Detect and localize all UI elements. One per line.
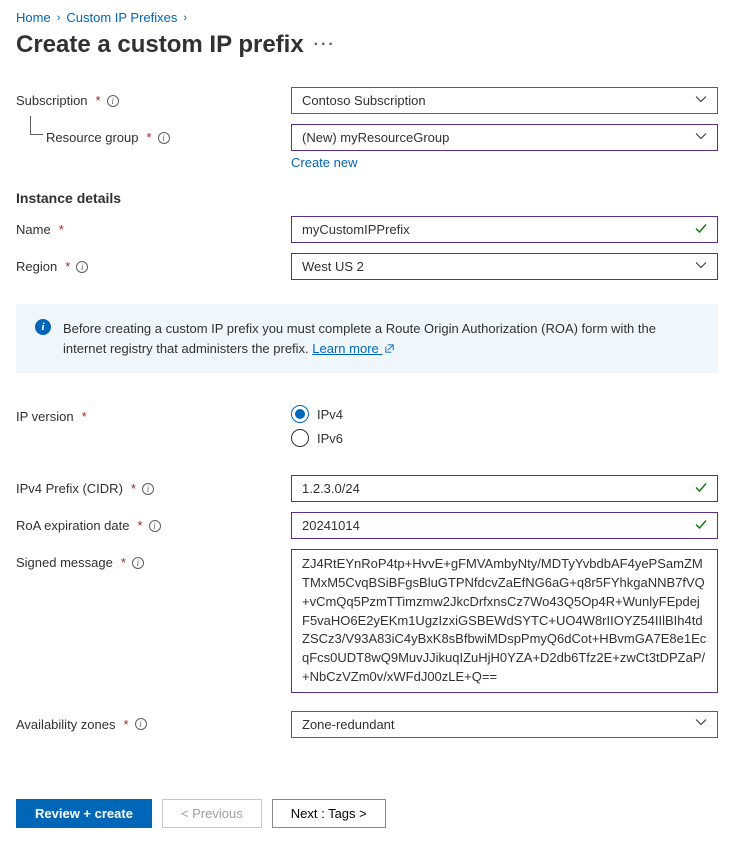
check-icon — [694, 517, 708, 534]
page-title: Create a custom IP prefix ··· — [16, 31, 718, 59]
previous-button: < Previous — [162, 799, 262, 828]
radio-checked-icon — [291, 405, 309, 423]
resource-group-select[interactable]: (New) myResourceGroup — [291, 124, 718, 151]
learn-more-link[interactable]: Learn more — [312, 341, 395, 356]
info-icon[interactable]: i — [149, 520, 161, 532]
breadcrumb: Home › Custom IP Prefixes › — [16, 10, 718, 25]
ipv4-radio[interactable]: IPv4 — [291, 405, 718, 423]
wizard-footer: Review + create < Previous Next : Tags > — [16, 787, 718, 828]
breadcrumb-home[interactable]: Home — [16, 10, 51, 25]
info-icon[interactable]: i — [107, 95, 119, 107]
region-select[interactable]: West US 2 — [291, 253, 718, 280]
chevron-down-icon — [695, 717, 707, 732]
ipv4-prefix-input[interactable] — [291, 475, 718, 502]
availability-zones-select[interactable]: Zone-redundant — [291, 711, 718, 738]
info-banner: i Before creating a custom IP prefix you… — [16, 304, 718, 373]
region-label: Region — [16, 259, 57, 274]
next-button[interactable]: Next : Tags > — [272, 799, 386, 828]
check-icon — [694, 221, 708, 238]
more-actions-icon[interactable]: ··· — [314, 36, 336, 54]
region-value: West US 2 — [302, 259, 364, 274]
chevron-right-icon: › — [57, 12, 61, 24]
required-indicator: * — [121, 555, 126, 570]
ipv4-prefix-label: IPv4 Prefix (CIDR) — [16, 481, 123, 496]
breadcrumb-prefixes[interactable]: Custom IP Prefixes — [66, 10, 177, 25]
required-indicator: * — [96, 93, 101, 108]
check-icon — [694, 480, 708, 497]
required-indicator: * — [137, 518, 142, 533]
info-icon[interactable]: i — [135, 718, 147, 730]
chevron-down-icon — [695, 259, 707, 274]
info-icon: i — [35, 319, 51, 335]
required-indicator: * — [65, 259, 70, 274]
required-indicator: * — [59, 222, 64, 237]
info-icon[interactable]: i — [132, 557, 144, 569]
subscription-label: Subscription — [16, 93, 88, 108]
ipv4-label: IPv4 — [317, 407, 343, 422]
required-indicator: * — [147, 130, 152, 145]
ip-version-label: IP version — [16, 409, 74, 424]
ipv6-radio[interactable]: IPv6 — [291, 429, 718, 447]
info-icon[interactable]: i — [158, 132, 170, 144]
create-new-link[interactable]: Create new — [291, 155, 357, 170]
roa-exp-input[interactable] — [291, 512, 718, 539]
signed-message-label: Signed message — [16, 555, 113, 570]
info-icon[interactable]: i — [142, 483, 154, 495]
name-input[interactable] — [291, 216, 718, 243]
external-link-icon — [382, 341, 395, 356]
radio-unchecked-icon — [291, 429, 309, 447]
subscription-select[interactable]: Contoso Subscription — [291, 87, 718, 114]
review-create-button[interactable]: Review + create — [16, 799, 152, 828]
subscription-value: Contoso Subscription — [302, 93, 426, 108]
ipv6-label: IPv6 — [317, 431, 343, 446]
chevron-down-icon — [695, 93, 707, 108]
resource-group-value: (New) myResourceGroup — [302, 130, 449, 145]
required-indicator: * — [82, 409, 87, 424]
instance-details-heading: Instance details — [16, 190, 718, 206]
required-indicator: * — [123, 717, 128, 732]
info-icon[interactable]: i — [76, 261, 88, 273]
resource-group-label: Resource group — [46, 130, 139, 145]
chevron-right-icon: › — [183, 12, 187, 24]
name-label: Name — [16, 222, 51, 237]
availability-zones-label: Availability zones — [16, 717, 115, 732]
roa-exp-label: RoA expiration date — [16, 518, 129, 533]
signed-message-textarea[interactable]: ZJ4RtEYnRoP4tp+HvvE+gFMVAmbyNty/MDTyYvbd… — [291, 549, 718, 693]
chevron-down-icon — [695, 130, 707, 145]
required-indicator: * — [131, 481, 136, 496]
availability-zones-value: Zone-redundant — [302, 717, 395, 732]
